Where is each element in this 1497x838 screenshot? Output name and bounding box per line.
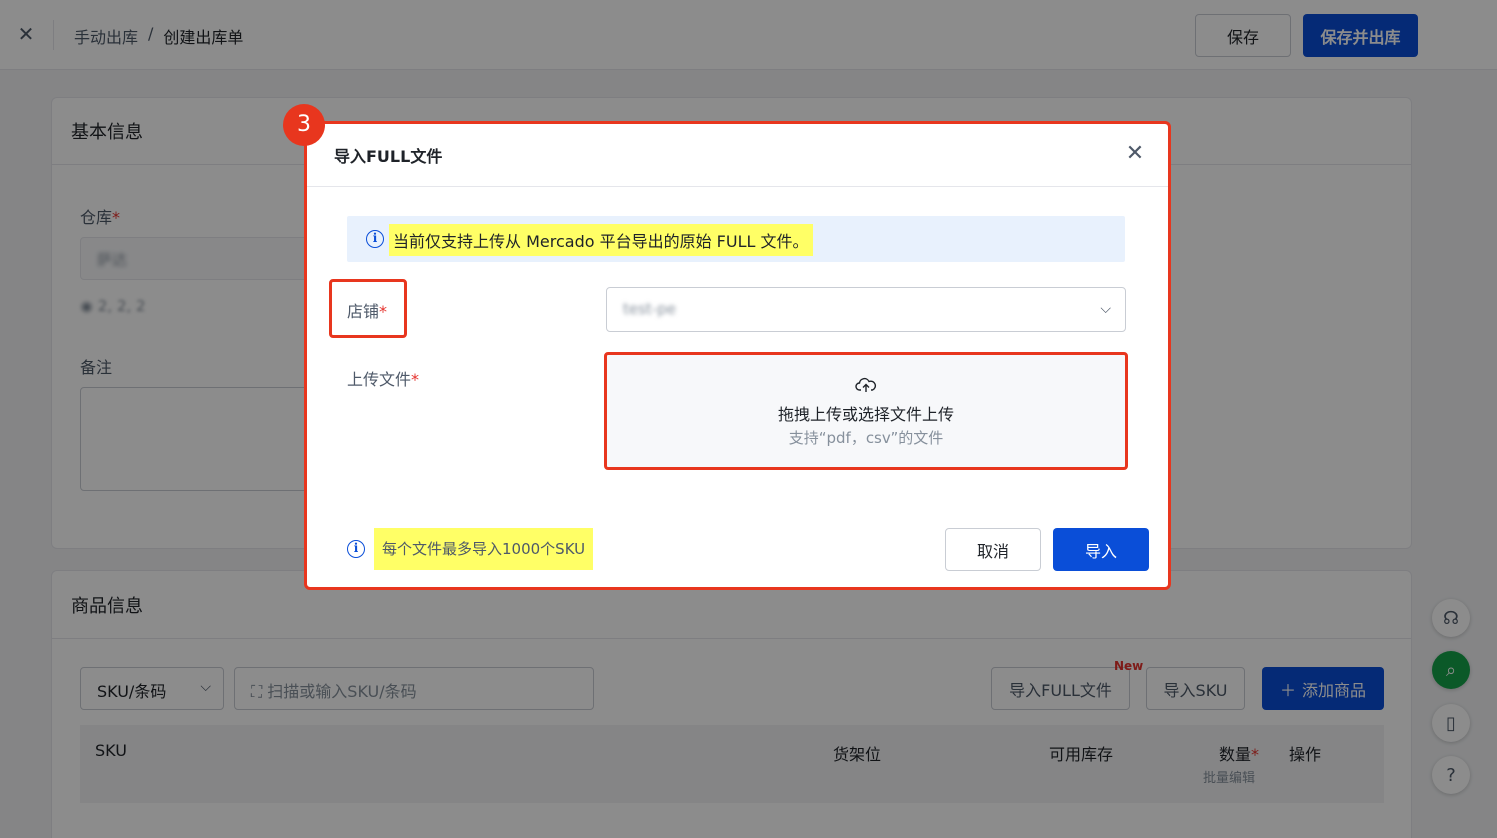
shop-value: test-pe bbox=[623, 300, 676, 318]
shop-label: 店铺* bbox=[347, 302, 388, 321]
upload-label: 上传文件* bbox=[347, 370, 420, 389]
info-alert-text: 当前仅支持上传从 Mercado 平台导出的原始 FULL 文件。 bbox=[389, 224, 813, 256]
footer-note: 每个文件最多导入1000个SKU bbox=[374, 528, 594, 570]
info-icon: i bbox=[347, 540, 365, 558]
import-button[interactable]: 导入 bbox=[1053, 528, 1149, 571]
upload-hint-text: 支持“pdf，csv”的文件 bbox=[788, 429, 944, 447]
info-icon: i bbox=[366, 230, 384, 248]
upload-main-text: 拖拽上传或选择文件上传 bbox=[777, 405, 954, 424]
dialog-header: 导入FULL文件 ✕ bbox=[307, 124, 1168, 187]
close-icon[interactable]: ✕ bbox=[1123, 142, 1147, 166]
cloud-upload-icon bbox=[855, 377, 877, 392]
shop-select[interactable]: test-pe ⌵ bbox=[606, 287, 1126, 332]
cancel-button[interactable]: 取消 bbox=[945, 528, 1041, 571]
chevron-down-icon: ⌵ bbox=[1100, 301, 1111, 317]
step-number-badge: 3 bbox=[283, 104, 325, 146]
import-full-dialog: 导入FULL文件 ✕ i 当前仅支持上传从 Mercado 平台导出的原始 FU… bbox=[304, 121, 1171, 590]
info-alert: i 当前仅支持上传从 Mercado 平台导出的原始 FULL 文件。 bbox=[347, 216, 1125, 262]
dialog-title: 导入FULL文件 bbox=[334, 147, 443, 166]
upload-dropzone[interactable]: 拖拽上传或选择文件上传 支持“pdf，csv”的文件 bbox=[604, 352, 1128, 470]
